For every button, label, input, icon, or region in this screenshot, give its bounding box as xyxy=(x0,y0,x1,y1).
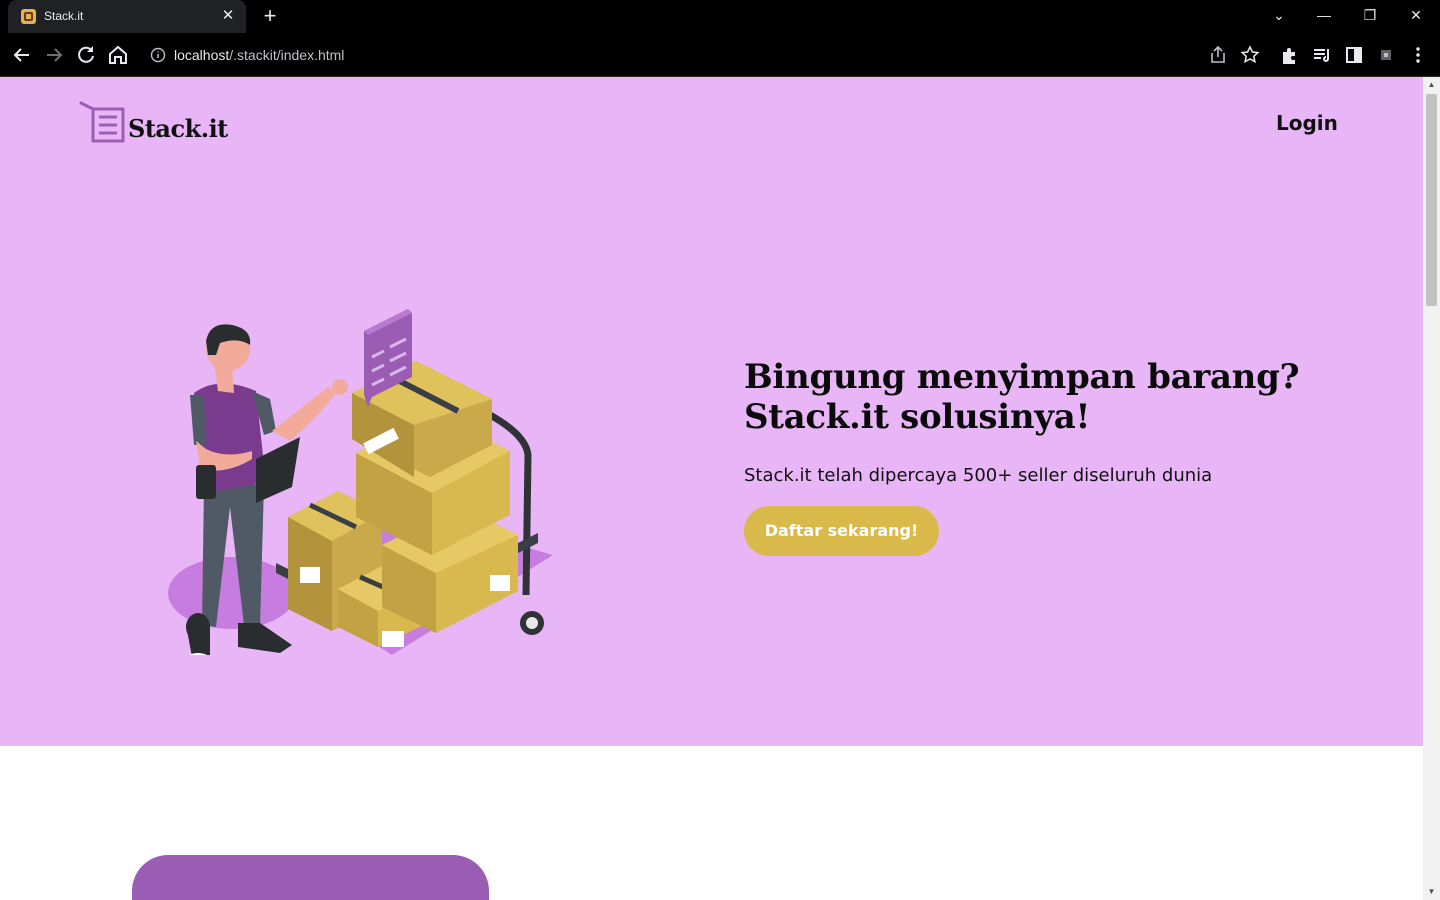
scroll-down-icon[interactable]: ▼ xyxy=(1427,888,1436,896)
profile-button[interactable] xyxy=(1375,44,1397,66)
info-icon[interactable] xyxy=(150,47,166,63)
login-link[interactable]: Login xyxy=(1276,111,1338,135)
star-icon xyxy=(1240,45,1260,64)
browser-tab[interactable]: Stack.it ✕ xyxy=(8,0,246,33)
tab-search-icon[interactable]: ⌄ xyxy=(1263,4,1295,28)
restore-button[interactable]: ❐ xyxy=(1354,4,1386,28)
minimize-button[interactable]: — xyxy=(1308,4,1340,28)
reload-icon xyxy=(78,46,94,63)
browser-tab-strip: Stack.it ✕ + ⌄ — ❐ ✕ xyxy=(0,0,1440,33)
share-button[interactable] xyxy=(1207,44,1229,66)
back-button[interactable] xyxy=(10,43,34,67)
browser-toolbar: localhost/.stackit/index.html xyxy=(0,33,1440,77)
share-icon xyxy=(1211,45,1225,63)
address-bar[interactable]: localhost/.stackit/index.html xyxy=(140,39,1200,71)
scroll-up-icon[interactable]: ▲ xyxy=(1427,81,1436,89)
puzzle-icon xyxy=(1283,48,1295,64)
close-tab-icon[interactable]: ✕ xyxy=(218,6,238,26)
reload-button[interactable] xyxy=(74,43,98,67)
hero-headline: Bingung menyimpan barang? Stack.it solus… xyxy=(744,357,1344,437)
profile-icon xyxy=(1381,50,1391,60)
hero-illustration xyxy=(168,309,553,655)
home-icon xyxy=(109,45,127,64)
favicon-icon xyxy=(21,9,36,24)
kebab-menu-icon xyxy=(1416,47,1420,63)
page-viewport: Stack.it Login Bingung menyimpan barang?… xyxy=(0,77,1423,900)
headline-line-2: Stack.it solusinya! xyxy=(744,397,1091,437)
side-panel-icon xyxy=(1346,47,1362,63)
hero-section: Stack.it Login Bingung menyimpan barang?… xyxy=(0,77,1423,746)
logo-text: Stack.it xyxy=(128,114,228,143)
tab-title: Stack.it xyxy=(44,9,84,23)
site-logo[interactable]: Stack.it xyxy=(79,101,229,145)
headline-line-1: Bingung menyimpan barang? xyxy=(744,357,1300,397)
cart-logo-icon xyxy=(79,101,125,143)
playlist-icon xyxy=(1314,49,1329,62)
new-tab-button[interactable]: + xyxy=(258,5,282,29)
menu-button[interactable] xyxy=(1407,44,1429,66)
forward-button[interactable] xyxy=(42,43,66,67)
hero-subtext: Stack.it telah dipercaya 500+ seller dis… xyxy=(744,465,1213,486)
url-text: localhost/.stackit/index.html xyxy=(174,47,345,63)
scroll-thumb[interactable] xyxy=(1426,94,1437,306)
feature-card xyxy=(132,855,489,900)
side-panel-button[interactable] xyxy=(1343,44,1365,66)
page-scrollbar[interactable]: ▲ ▼ xyxy=(1423,77,1440,900)
bookmark-button[interactable] xyxy=(1239,44,1261,66)
arrow-right-icon xyxy=(47,48,63,62)
register-button[interactable]: Daftar sekarang! xyxy=(744,506,939,556)
arrow-left-icon xyxy=(13,48,29,62)
extensions-button[interactable] xyxy=(1279,44,1301,66)
home-button[interactable] xyxy=(106,43,130,67)
close-window-button[interactable]: ✕ xyxy=(1400,4,1432,28)
media-button[interactable] xyxy=(1311,44,1333,66)
